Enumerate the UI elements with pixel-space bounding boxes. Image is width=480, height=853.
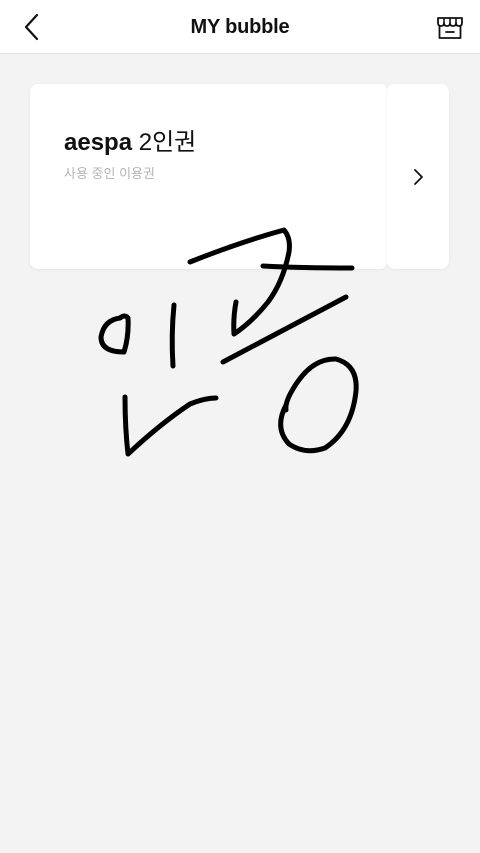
pass-card-title: aespa 2인권 — [64, 122, 196, 157]
header-bar: MY bubble — [0, 0, 480, 54]
store-button[interactable] — [432, 9, 468, 45]
store-icon — [437, 17, 463, 39]
page-title: MY bubble — [190, 16, 290, 38]
next-card-button[interactable] — [387, 84, 449, 269]
pass-card[interactable]: aespa 2인권 사용 중인 이용권 — [30, 84, 388, 269]
pass-status: 사용 중인 이용권 — [64, 166, 155, 181]
pass-brand: aespa — [64, 129, 133, 156]
chevron-right-icon — [414, 168, 423, 185]
pass-name: 2인권 — [138, 129, 197, 156]
